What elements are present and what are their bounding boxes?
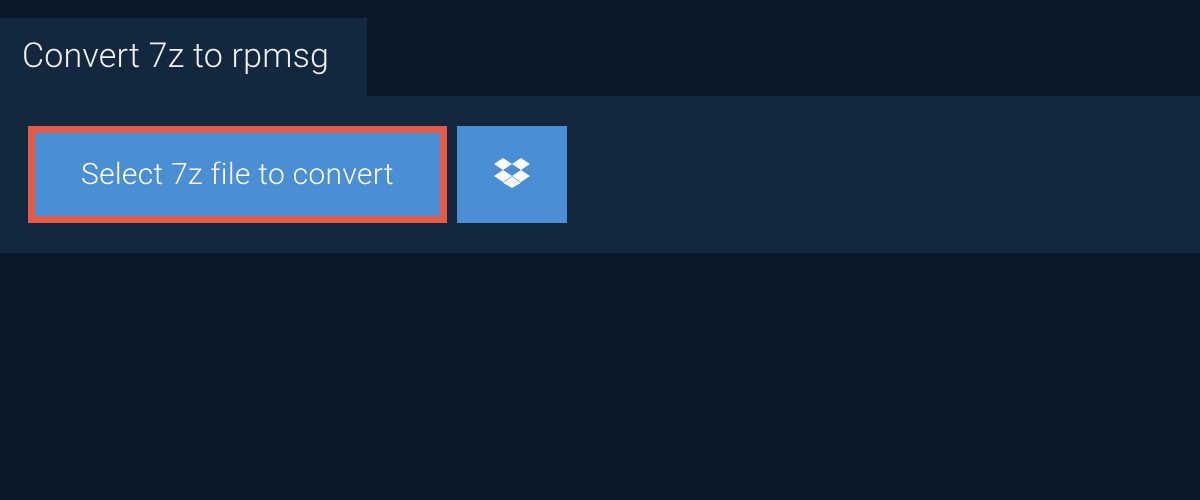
select-file-button[interactable]: Select 7z file to convert — [28, 126, 447, 223]
page-title: Convert 7z to rpmsg — [22, 36, 329, 76]
select-file-label: Select 7z file to convert — [81, 157, 394, 192]
main-panel: Select 7z file to convert — [0, 96, 1200, 253]
dropbox-button[interactable] — [457, 126, 567, 223]
dropbox-icon — [494, 155, 530, 195]
tab-header: Convert 7z to rpmsg — [0, 18, 367, 96]
button-row: Select 7z file to convert — [28, 126, 1172, 223]
